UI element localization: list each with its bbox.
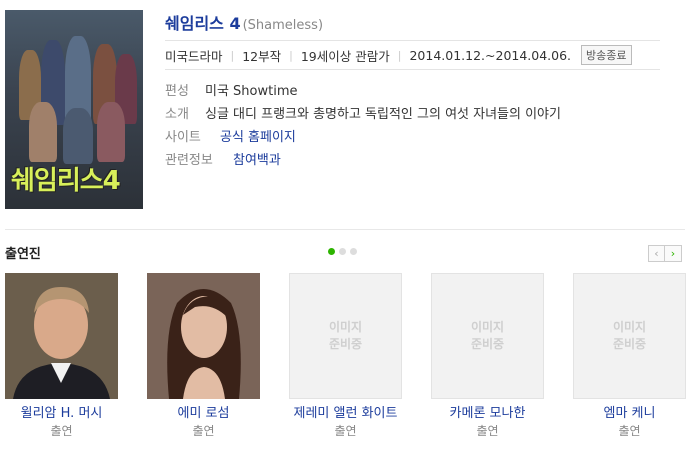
- image-placeholder: 이미지 준비중: [329, 319, 362, 353]
- show-original-title: (Shameless): [242, 18, 324, 33]
- placeholder-line: 준비중: [470, 337, 505, 351]
- meta-separator: |: [397, 48, 402, 62]
- detail-network: 편성 미국 Showtime: [165, 78, 660, 101]
- related-info-link[interactable]: 참여백과: [233, 149, 281, 168]
- detail-label: 관련정보: [165, 153, 213, 168]
- cast-photo-placeholder[interactable]: 이미지 준비중: [573, 273, 686, 399]
- cast-name[interactable]: 윌리암 H. 머시: [5, 405, 118, 423]
- cast-photo-placeholder[interactable]: 이미지 준비중: [431, 273, 544, 399]
- woman-portrait-icon: [147, 273, 260, 399]
- cast-card[interactable]: 이미지 준비중 엠마 케니 출연: [573, 273, 686, 439]
- poster-figure: [97, 102, 125, 162]
- detail-label: 편성: [165, 84, 189, 99]
- meta-episodes: 12부작: [242, 48, 282, 64]
- meta-air-dates: 2014.01.12.~2014.04.06.: [409, 47, 572, 63]
- detail-value: 미국 Showtime: [205, 84, 298, 99]
- poster-figure: [29, 102, 57, 162]
- cast-card[interactable]: 이미지 준비중 제레미 앨런 화이트 출연: [289, 273, 402, 439]
- detail-label: 사이트: [165, 130, 201, 145]
- cast-name[interactable]: 에미 로섬: [147, 405, 260, 423]
- placeholder-line: 이미지: [612, 320, 647, 334]
- meta-rating: 19세이상 관람가: [300, 48, 390, 64]
- page-dot[interactable]: [350, 248, 357, 255]
- detail-synopsis: 소개 싱글 대디 프랭크와 총명하고 독립적인 그의 여섯 자녀들의 이야기: [165, 101, 660, 124]
- cast-list: 윌리암 H. 머시 출연 에미 로섬 출연 이미지 준비중 제레미 앨런 화이트…: [5, 273, 686, 439]
- placeholder-line: 준비중: [328, 337, 363, 351]
- detail-label: 소개: [165, 107, 189, 122]
- detail-value: 싱글 대디 프랭크와 총명하고 독립적인 그의 여섯 자녀들의 이야기: [205, 107, 561, 122]
- cast-photo[interactable]: [147, 273, 260, 399]
- poster-title: 쉐임리스4: [11, 166, 121, 196]
- show-title[interactable]: 쉐임리스 4: [165, 10, 241, 34]
- meta-row: 미국드라마 | 12부작 | 19세이상 관람가 | 2014.01.12.~2…: [165, 40, 660, 70]
- cast-section-title: 출연진: [5, 247, 41, 262]
- page-dot[interactable]: [328, 248, 335, 255]
- placeholder-line: 이미지: [470, 320, 505, 334]
- prev-button[interactable]: ‹: [648, 245, 665, 262]
- image-placeholder: 이미지 준비중: [471, 319, 504, 353]
- next-button[interactable]: ›: [665, 245, 682, 262]
- show-poster[interactable]: 쉐임리스4: [5, 10, 143, 209]
- cast-card[interactable]: 에미 로섬 출연: [147, 273, 260, 439]
- cast-role: 출연: [476, 424, 499, 438]
- placeholder-line: 이미지: [328, 320, 363, 334]
- meta-separator: |: [230, 48, 235, 62]
- page-indicator: [328, 248, 357, 255]
- cast-photo[interactable]: [5, 273, 118, 399]
- detail-list: 편성 미국 Showtime 소개 싱글 대디 프랭크와 총명하고 독립적인 그…: [165, 78, 660, 170]
- meta-genre: 미국드라마: [165, 48, 223, 64]
- image-placeholder: 이미지 준비중: [613, 319, 646, 353]
- detail-site: 사이트 공식 홈페이지: [165, 124, 660, 147]
- cast-role: 출연: [334, 424, 357, 438]
- man-portrait-icon: [5, 273, 118, 399]
- cast-card[interactable]: 윌리암 H. 머시 출연: [5, 273, 118, 439]
- status-badge: 방송종료: [581, 45, 632, 65]
- section-divider: [5, 229, 685, 230]
- cast-photo-placeholder[interactable]: 이미지 준비중: [289, 273, 402, 399]
- poster-figure: [63, 108, 93, 164]
- cast-role: 출연: [618, 424, 641, 438]
- cast-card[interactable]: 이미지 준비중 카메론 모나한 출연: [431, 273, 544, 439]
- cast-name[interactable]: 엠마 케니: [573, 405, 686, 423]
- title-row: 쉐임리스 4 (Shameless): [165, 10, 660, 34]
- cast-role: 출연: [50, 424, 73, 438]
- cast-name[interactable]: 카메론 모나한: [431, 405, 544, 423]
- official-site-link[interactable]: 공식 홈페이지: [220, 126, 296, 145]
- show-info: 쉐임리스 4 (Shameless) 미국드라마 | 12부작 | 19세이상 …: [165, 10, 660, 170]
- cast-role: 출연: [192, 424, 215, 438]
- detail-related: 관련정보 참여백과: [165, 147, 660, 170]
- page-dot[interactable]: [339, 248, 346, 255]
- meta-separator: |: [289, 48, 293, 62]
- carousel-nav: ‹ ›: [648, 245, 682, 262]
- placeholder-line: 준비중: [612, 337, 647, 351]
- cast-name[interactable]: 제레미 앨런 화이트: [289, 405, 402, 423]
